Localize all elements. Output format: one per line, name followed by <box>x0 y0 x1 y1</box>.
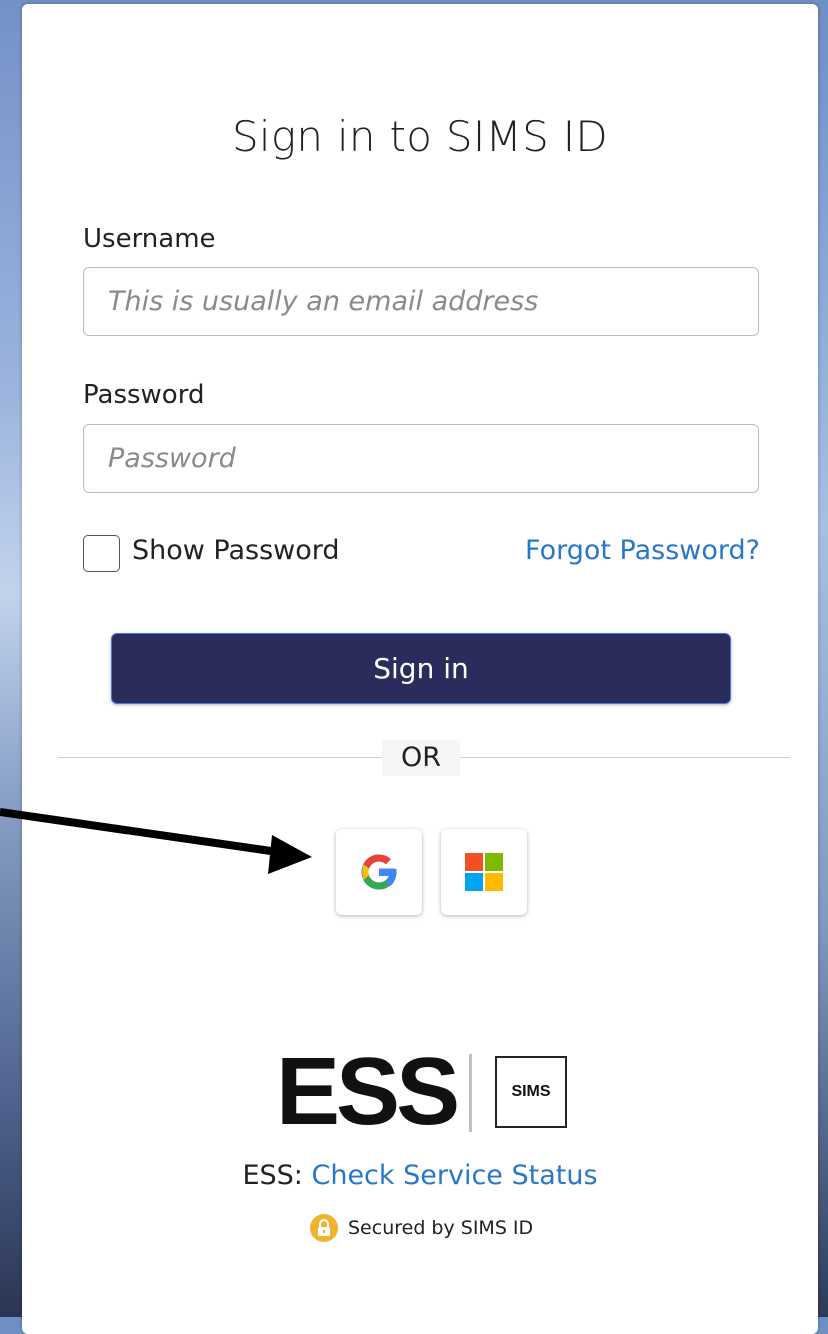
annotation-arrow <box>0 808 312 874</box>
